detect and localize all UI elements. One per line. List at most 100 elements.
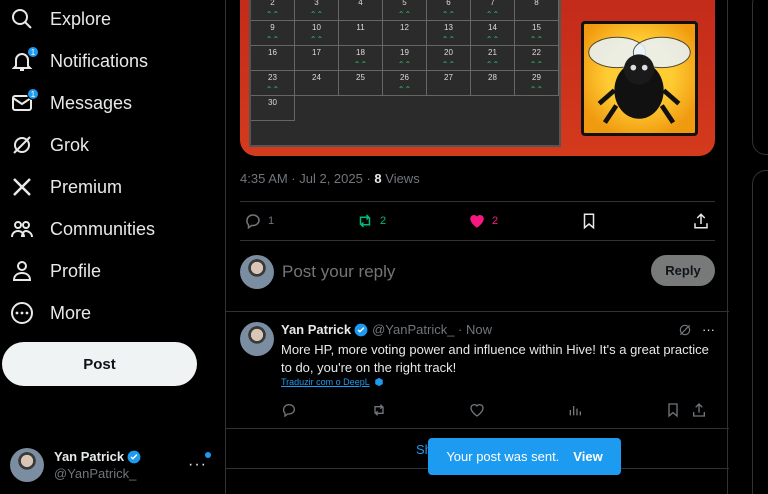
calendar-day: 25: [339, 71, 383, 96]
reply-icon: [246, 214, 260, 230]
nav-communities[interactable]: Communities: [10, 211, 155, 247]
calendar-day-number: 13: [444, 23, 453, 32]
right-card: [752, 0, 768, 155]
calendar-image: 2 ⌃⌃ 3 ⌃⌃ 4 5 ⌃⌃ 6 ⌃⌃ 7 ⌃⌃ 8 9 ⌃⌃ 10 ⌃⌃ 11 12 13 ⌃⌃ 14 ⌃⌃ 15 ⌃⌃…: [249, 0, 561, 147]
avatar: [10, 448, 44, 482]
verified-badge-icon: [127, 450, 141, 463]
avatar[interactable]: [240, 322, 274, 356]
nav-explore[interactable]: Explore: [10, 1, 111, 37]
envelope-icon: 1: [10, 88, 39, 115]
chevron-up-icon: ⌃⌃: [485, 35, 500, 44]
like-action[interactable]: 2: [468, 212, 498, 230]
calendar-day: 8: [515, 0, 559, 21]
chevron-up-icon: ⌃⌃: [265, 85, 280, 94]
right-column: [728, 0, 768, 494]
post-button[interactable]: Post: [2, 342, 197, 386]
tweet-media[interactable]: 2 ⌃⌃ 3 ⌃⌃ 4 5 ⌃⌃ 6 ⌃⌃ 7 ⌃⌃ 8 9 ⌃⌃ 10 ⌃⌃ 11 12 13 ⌃⌃ 14 ⌃⌃ 15 ⌃⌃…: [240, 0, 715, 156]
toast-notification: Your post was sent. View: [428, 438, 621, 475]
share-icon[interactable]: [691, 402, 707, 418]
nav-label: Explore: [50, 8, 112, 29]
reply-author-handle: @YanPatrick_ · Now: [372, 322, 492, 337]
chevron-up-icon: ⌃⌃: [397, 60, 412, 69]
like-count: 2: [492, 215, 499, 227]
calendar-day-number: 20: [444, 48, 453, 57]
bookmark-icon[interactable]: [665, 402, 681, 418]
calendar-day-number: 16: [268, 48, 277, 57]
toast-view-link[interactable]: View: [573, 449, 602, 464]
people-icon: [10, 217, 34, 241]
calendar-day-number: 28: [488, 73, 497, 82]
divider: [226, 311, 729, 312]
calendar-day-number: 30: [268, 98, 277, 107]
nav-grok[interactable]: Grok: [10, 127, 89, 163]
nav-more[interactable]: More: [10, 295, 91, 331]
views-count: 8: [374, 171, 382, 186]
calendar-day: 29 ⌃⌃: [515, 71, 559, 96]
calendar-day: 9 ⌃⌃: [251, 21, 295, 46]
reply-author-name[interactable]: Yan Patrick: [281, 322, 351, 337]
chevron-up-icon: ⌃⌃: [397, 85, 412, 94]
calendar-day-number: 9: [270, 23, 275, 32]
left-sidebar: Explore 1 Notifications 1 Messages Grok …: [0, 0, 225, 494]
repost-icon: [359, 214, 371, 228]
nav-label: More: [50, 302, 92, 323]
calendar-day-number: 14: [488, 23, 497, 32]
calendar-day-number: 15: [532, 23, 541, 32]
grok-icon[interactable]: [678, 323, 692, 337]
nav-messages[interactable]: 1 Messages: [10, 85, 132, 121]
account-switcher[interactable]: Yan Patrick @YanPatrick_ ···: [10, 446, 215, 484]
heart-icon[interactable]: [469, 402, 485, 418]
calendar-day: 16: [251, 46, 295, 71]
share-action[interactable]: [692, 212, 716, 230]
chevron-up-icon: ⌃⌃: [485, 60, 500, 69]
chevron-up-icon: ⌃⌃: [529, 60, 544, 69]
chevron-up-icon: ⌃⌃: [529, 85, 544, 94]
calendar-day: 12: [383, 21, 427, 46]
translate-link[interactable]: Traduzir com o DeepL: [281, 377, 384, 387]
chevron-up-icon: ⌃⌃: [309, 35, 324, 44]
right-card: [752, 170, 768, 494]
calendar-day-number: 6: [446, 0, 451, 7]
search-icon: [10, 7, 34, 31]
more-dots-icon[interactable]: ···: [702, 322, 715, 337]
nav-label: Premium: [50, 176, 123, 197]
notification-badge: 1: [27, 46, 39, 58]
bookmark-action[interactable]: [580, 212, 604, 230]
tweet-timestamp: 4:35 AM · Jul 2, 2025 · 8 Views: [240, 171, 420, 186]
calendar-day: 21 ⌃⌃: [471, 46, 515, 71]
avatar: [240, 255, 274, 289]
repost-action[interactable]: 2: [356, 212, 386, 230]
tweet-actions: 1 2 2: [240, 201, 715, 241]
calendar-day-number: 2: [270, 0, 275, 7]
calendar-day: 20 ⌃⌃: [427, 46, 471, 71]
chevron-up-icon: ⌃⌃: [529, 35, 544, 44]
calendar-day-number: 12: [400, 23, 409, 32]
calendar-day-number: 19: [400, 48, 409, 57]
reply-icon[interactable]: [281, 402, 297, 418]
message-badge: 1: [27, 88, 39, 100]
calendar-day: 26 ⌃⌃: [383, 71, 427, 96]
calendar-day-number: 10: [312, 23, 321, 32]
analytics-icon[interactable]: [567, 402, 583, 418]
person-icon: [10, 259, 34, 283]
calendar-day: 11: [339, 21, 383, 46]
calendar-day: 30: [251, 96, 295, 121]
more-dots-icon[interactable]: ···: [188, 456, 207, 474]
toast-message: Your post was sent.: [446, 449, 560, 464]
unread-dot: [205, 452, 211, 458]
calendar-day: 15 ⌃⌃: [515, 21, 559, 46]
reply-tweet[interactable]: Yan Patrick @YanPatrick_ · Now ··· More …: [240, 320, 715, 430]
bookmark-icon: [583, 213, 595, 230]
repost-icon[interactable]: [371, 402, 387, 418]
nav-profile[interactable]: Profile: [10, 253, 101, 289]
reply-button[interactable]: Reply: [651, 255, 715, 286]
nav-premium[interactable]: Premium: [10, 169, 122, 205]
calendar-day-number: 17: [312, 48, 321, 57]
translate-label[interactable]: Traduzir com o DeepL: [281, 377, 370, 387]
reply-action[interactable]: 1: [244, 212, 274, 230]
calendar-day: 23 ⌃⌃: [251, 71, 295, 96]
nav-label: Notifications: [50, 50, 149, 71]
calendar-day: 4: [339, 0, 383, 21]
reply-input[interactable]: [282, 262, 622, 282]
nav-notifications[interactable]: 1 Notifications: [10, 43, 148, 79]
